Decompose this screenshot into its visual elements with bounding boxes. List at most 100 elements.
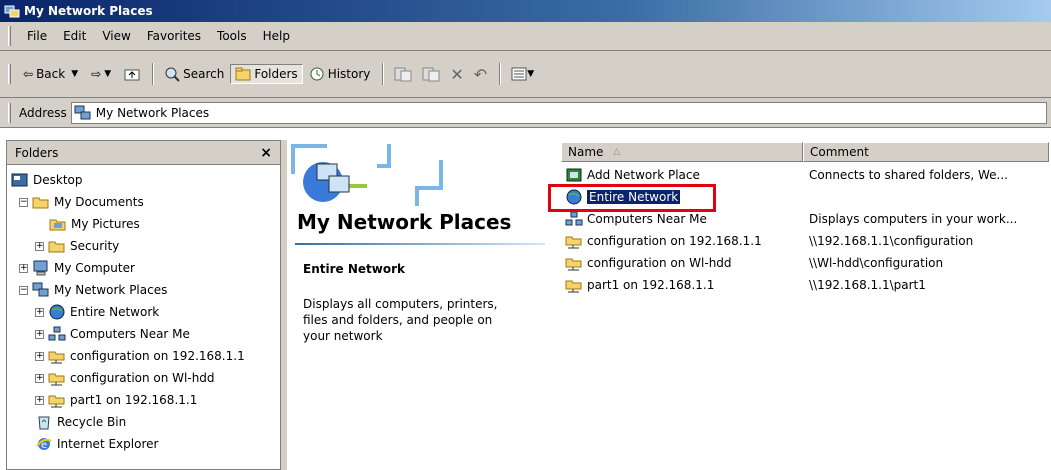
column-header-comment[interactable]: Comment bbox=[803, 142, 1049, 162]
close-icon[interactable]: × bbox=[260, 145, 272, 161]
network-folder-icon bbox=[48, 373, 65, 386]
folders-title: Folders bbox=[15, 145, 59, 160]
tree-item-my-documents[interactable]: − My Documents bbox=[7, 191, 280, 213]
address-field[interactable]: My Network Places bbox=[70, 101, 1047, 124]
expand-icon[interactable]: + bbox=[35, 373, 44, 383]
toolbar-separator bbox=[152, 63, 155, 85]
network-places-icon bbox=[32, 282, 49, 297]
computers-group-icon bbox=[565, 211, 583, 226]
desktop-icon bbox=[11, 173, 28, 187]
folders-icon bbox=[235, 67, 251, 81]
forward-button[interactable]: ⇨ ▼ bbox=[87, 65, 118, 83]
toolbar-separator bbox=[499, 63, 502, 85]
folder-icon bbox=[48, 241, 65, 253]
list-header: Name △ Comment bbox=[561, 142, 1049, 162]
dropdown-arrow-icon: ▼ bbox=[71, 69, 79, 79]
menu-view[interactable]: View bbox=[94, 27, 138, 45]
move-to-button[interactable] bbox=[390, 64, 416, 84]
menu-bar: File Edit View Favorites Tools Help bbox=[0, 22, 1051, 51]
list-item-part1[interactable]: part1 on 192.168.1.1 \\192.168.1.1\part1 bbox=[561, 274, 1051, 296]
folders-header: Folders × bbox=[7, 141, 280, 165]
pictures-folder-icon bbox=[49, 219, 66, 231]
menu-help[interactable]: Help bbox=[255, 27, 298, 45]
menu-file[interactable]: File bbox=[19, 27, 55, 45]
addressbar-grip[interactable] bbox=[8, 102, 11, 123]
toolbar-grip[interactable] bbox=[8, 64, 11, 84]
network-folder-icon bbox=[48, 395, 65, 408]
copy-to-icon bbox=[422, 67, 440, 82]
tree-item-desktop[interactable]: Desktop bbox=[7, 169, 280, 191]
expand-icon[interactable]: + bbox=[35, 307, 44, 317]
dropdown-arrow-icon: ▼ bbox=[104, 69, 112, 79]
tree-item-my-network-places[interactable]: − My Network Places bbox=[7, 279, 280, 301]
undo-button[interactable]: ↶ bbox=[470, 63, 491, 86]
up-folder-button[interactable] bbox=[120, 65, 144, 83]
tree-item-configuration-192[interactable]: + configuration on 192.168.1.1 bbox=[7, 345, 280, 367]
list-item-add-network-place[interactable]: Add Network Place Connects to shared fol… bbox=[561, 164, 1051, 186]
menu-favorites[interactable]: Favorites bbox=[139, 27, 209, 45]
column-header-name[interactable]: Name △ bbox=[561, 142, 803, 162]
network-folder-icon bbox=[565, 280, 582, 293]
tree-item-recycle-bin[interactable]: Recycle Bin bbox=[7, 411, 280, 433]
collapse-icon[interactable]: − bbox=[19, 197, 28, 207]
tree-item-my-pictures[interactable]: My Pictures bbox=[7, 213, 280, 235]
history-button[interactable]: History bbox=[305, 64, 375, 84]
history-label: History bbox=[327, 67, 371, 81]
views-button[interactable]: ▼ bbox=[507, 65, 538, 83]
up-folder-icon bbox=[124, 69, 140, 81]
delete-icon: ✕ bbox=[450, 64, 464, 84]
back-button[interactable]: ⇦ Back ▼ bbox=[19, 65, 85, 83]
menu-edit[interactable]: Edit bbox=[55, 27, 94, 45]
list-item-configuration-192[interactable]: configuration on 192.168.1.1 \\192.168.1… bbox=[561, 230, 1051, 252]
network-folder-icon bbox=[48, 351, 65, 364]
undo-icon: ↶ bbox=[473, 64, 488, 84]
back-arrow-icon: ⇦ bbox=[23, 67, 34, 81]
standard-toolbar: ⇦ Back ▼ ⇨ ▼ Search Folders History ✕ ↶ … bbox=[0, 51, 1051, 98]
collapse-icon[interactable]: − bbox=[19, 285, 28, 295]
title-bar: My Network Places bbox=[0, 0, 1051, 22]
network-folder-icon bbox=[565, 236, 582, 249]
folders-pane: Folders × Desktop − My Documents My Pict… bbox=[6, 140, 281, 470]
expand-icon[interactable]: + bbox=[35, 329, 44, 339]
tree-item-computers-near-me[interactable]: + Computers Near Me bbox=[7, 323, 280, 345]
internet-explorer-icon: e bbox=[36, 438, 52, 451]
folders-button[interactable]: Folders bbox=[230, 64, 303, 84]
add-network-place-icon bbox=[566, 168, 582, 182]
globe-icon bbox=[49, 304, 65, 320]
copy-to-button[interactable] bbox=[418, 64, 444, 84]
computers-group-icon bbox=[48, 326, 66, 341]
history-icon bbox=[310, 67, 324, 81]
search-button[interactable]: Search bbox=[160, 64, 228, 84]
sort-ascending-icon: △ bbox=[613, 147, 621, 157]
views-icon bbox=[511, 67, 527, 81]
search-icon bbox=[165, 67, 180, 82]
back-label: Back bbox=[36, 67, 66, 81]
computer-icon bbox=[33, 260, 48, 276]
network-places-icon bbox=[74, 105, 91, 119]
delete-button[interactable]: ✕ bbox=[446, 63, 467, 86]
tree-item-entire-network[interactable]: + Entire Network bbox=[7, 301, 280, 323]
address-label: Address bbox=[19, 105, 67, 120]
selected-item-description: Displays all computers, printers, files … bbox=[303, 297, 498, 343]
network-places-icon bbox=[4, 4, 20, 18]
title-divider bbox=[295, 243, 545, 245]
expand-icon[interactable]: + bbox=[19, 263, 28, 273]
tree-item-internet-explorer[interactable]: e Internet Explorer bbox=[7, 433, 280, 455]
tree-item-part1[interactable]: + part1 on 192.168.1.1 bbox=[7, 389, 280, 411]
folder-tree: Desktop − My Documents My Pictures + Sec… bbox=[7, 165, 280, 455]
tree-item-configuration-wl-hdd[interactable]: + configuration on Wl-hdd bbox=[7, 367, 280, 389]
menubar-grip[interactable] bbox=[8, 26, 11, 46]
network-banner-art bbox=[291, 144, 443, 206]
network-folder-icon bbox=[565, 258, 582, 271]
expand-icon[interactable]: + bbox=[35, 351, 44, 361]
forward-arrow-icon: ⇨ bbox=[91, 67, 102, 81]
expand-icon[interactable]: + bbox=[35, 241, 44, 251]
tree-item-security[interactable]: + Security bbox=[7, 235, 280, 257]
tree-item-my-computer[interactable]: + My Computer bbox=[7, 257, 280, 279]
list-item-configuration-wl-hdd[interactable]: configuration on Wl-hdd \\Wl-hdd\configu… bbox=[561, 252, 1051, 274]
expand-icon[interactable]: + bbox=[35, 395, 44, 405]
folders-label: Folders bbox=[254, 67, 298, 81]
menu-tools[interactable]: Tools bbox=[209, 27, 255, 45]
selected-item-title: Entire Network bbox=[303, 262, 405, 276]
page-title: My Network Places bbox=[297, 210, 512, 234]
